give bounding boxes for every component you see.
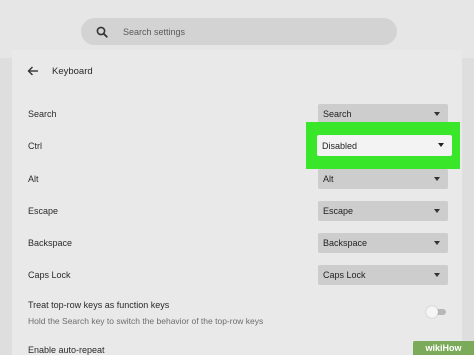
- ctrl-key-select[interactable]: Disabled: [317, 135, 452, 156]
- dropdown-arrow-icon: [434, 241, 440, 245]
- page-title: Keyboard: [52, 65, 93, 77]
- auto-repeat-title: Enable auto-repeat: [28, 345, 105, 355]
- row-label: Ctrl: [28, 141, 42, 151]
- dropdown-arrow-icon: [434, 209, 440, 213]
- select-value: Escape: [323, 206, 354, 216]
- select-value: Alt: [323, 174, 334, 184]
- wikihow-watermark: wikiHow: [413, 341, 474, 355]
- select-value: Search: [323, 109, 352, 119]
- alt-key-select[interactable]: Alt: [318, 169, 448, 189]
- search-placeholder: Search settings: [123, 26, 186, 37]
- row-escape-key: Escape Escape: [28, 201, 458, 221]
- select-value: Caps Lock: [323, 270, 366, 280]
- escape-key-select[interactable]: Escape: [318, 201, 448, 221]
- dropdown-arrow-icon: [434, 112, 440, 116]
- search-icon: [95, 25, 109, 39]
- select-value: Backspace: [323, 238, 368, 248]
- arrow-left-icon[interactable]: [26, 64, 40, 78]
- toggle-knob: [426, 306, 438, 318]
- dropdown-arrow-icon: [438, 143, 444, 147]
- section-header: Keyboard: [12, 60, 462, 82]
- backspace-key-select[interactable]: Backspace: [318, 233, 448, 253]
- row-label: Search: [28, 109, 57, 119]
- function-keys-toggle[interactable]: [424, 306, 448, 318]
- row-label: Alt: [28, 174, 39, 184]
- select-value: Disabled: [322, 140, 358, 151]
- row-label: Escape: [28, 206, 59, 216]
- row-caps-lock-key: Caps Lock Caps Lock: [28, 265, 458, 285]
- row-label: Backspace: [28, 238, 73, 248]
- dropdown-arrow-icon: [434, 273, 440, 277]
- row-alt-key: Alt Alt: [28, 169, 458, 189]
- dropdown-arrow-icon: [434, 177, 440, 181]
- row-backspace-key: Backspace Backspace: [28, 233, 458, 253]
- search-bar[interactable]: Search settings: [81, 18, 397, 45]
- function-keys-description: Hold the Search key to switch the behavi…: [28, 316, 264, 326]
- row-label: Caps Lock: [28, 270, 71, 280]
- caps-lock-key-select[interactable]: Caps Lock: [318, 265, 448, 285]
- row-search-key: Search Search: [28, 104, 458, 124]
- function-keys-title: Treat top-row keys as function keys: [28, 300, 170, 310]
- search-key-select[interactable]: Search: [318, 104, 448, 124]
